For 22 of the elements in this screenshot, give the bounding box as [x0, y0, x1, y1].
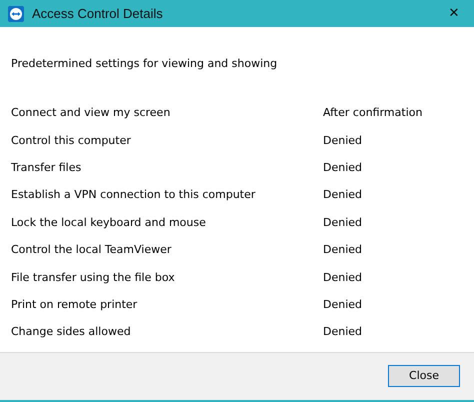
setting-value: Denied	[323, 134, 362, 147]
setting-name: Lock the local keyboard and mouse	[11, 216, 207, 229]
setting-name: Connect and view my screen	[11, 106, 172, 120]
setting-name: Print on remote printer	[11, 298, 138, 311]
setting-name: Control the local TeamViewer	[11, 243, 172, 256]
setting-name: Establish a VPN connection to this computer	[11, 188, 256, 202]
setting-value: Denied	[323, 188, 362, 202]
setting-value: Denied	[323, 216, 362, 229]
setting-value: After confirmation	[323, 106, 422, 120]
setting-name: Control this computer	[11, 134, 132, 147]
setting-value: Denied	[323, 243, 362, 256]
setting-value: Denied	[323, 325, 362, 338]
setting-name: File transfer using the file box	[11, 270, 176, 284]
setting-name: Change sides allowed	[11, 325, 132, 338]
setting-name: Transfer files	[11, 160, 82, 174]
app-logo-icon	[8, 6, 24, 22]
setting-value: Denied	[323, 160, 362, 174]
section-heading: Predetermined settings for viewing and showing	[11, 57, 278, 70]
window-title: Access Control Details	[32, 6, 164, 21]
close-button[interactable]: Close	[388, 364, 460, 386]
setting-value: Denied	[323, 270, 362, 284]
setting-value: Denied	[323, 298, 362, 311]
